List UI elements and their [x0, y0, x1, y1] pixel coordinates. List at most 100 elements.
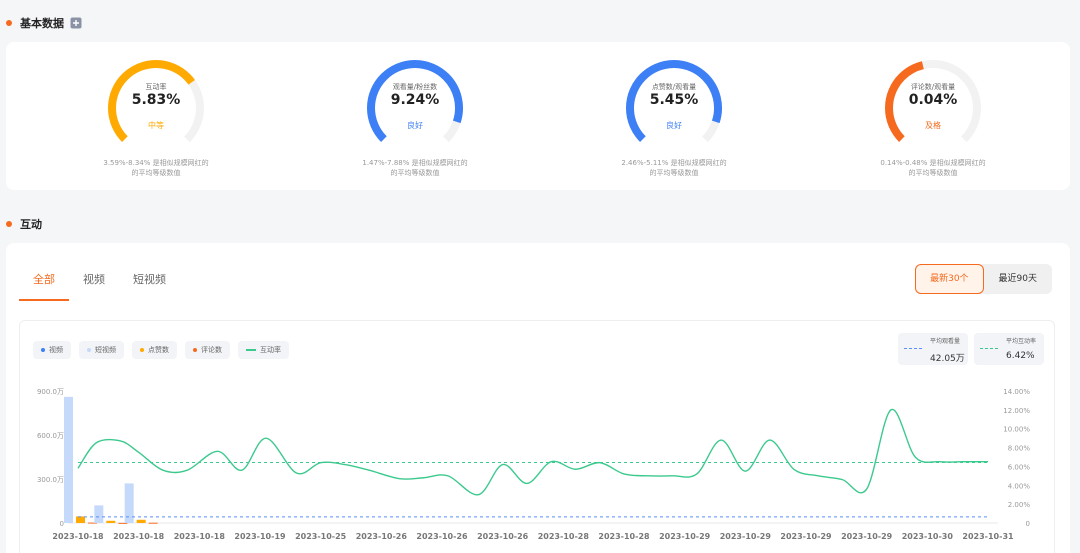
bar-likes	[136, 519, 146, 523]
metric-value: 5.45%	[649, 92, 699, 108]
gauge-text: 互动率 5.83% 中等	[104, 56, 208, 160]
legend-marker-icon	[246, 349, 256, 351]
gauge-text: 评论数/观看量 0.04% 及格	[881, 56, 985, 160]
x-tick-label: 2023-10-29	[780, 532, 832, 541]
metric-label: 互动率	[145, 83, 167, 91]
legend-label: 视频	[49, 346, 63, 354]
interaction-rate-line	[77, 409, 988, 496]
basic-data-header: 基本数据	[6, 15, 82, 31]
section-dot	[6, 221, 12, 227]
x-tick-label: 2023-10-29	[720, 532, 772, 541]
legend-item[interactable]: 互动率	[238, 341, 289, 359]
avg-views-value: 42.05万	[930, 354, 965, 364]
metric-2: 点赞数/观看量 5.45% 良好 2.46%-5.11% 是相似规模网红的 的平均等级数…	[574, 56, 814, 186]
metric-description-line: 的平均等级数值	[131, 169, 181, 177]
metric-label: 评论数/观看量	[910, 83, 956, 91]
gauge-text: 点赞数/观看量 5.45% 良好	[622, 56, 726, 160]
bar-likes	[76, 516, 85, 523]
x-tick-label: 2023-10-29	[659, 532, 711, 541]
interaction-card: 全部 视频 短视频 最新30个 最近90天 视频 短视频 点赞数 评论数 互动率 平均观…	[6, 243, 1070, 553]
tab-video[interactable]: 视频	[69, 263, 119, 301]
metric-3: 评论数/观看量 0.04% 及格 0.14%-0.48% 是相似规模网红的 的平均等级数…	[833, 56, 1073, 186]
gauge: 观看量/粉丝数 9.24% 良好	[363, 56, 467, 160]
metric-description: 3.59%-8.34% 是相似规模网红的 的平均等级数值	[56, 158, 256, 178]
recent-90-days-button[interactable]: 最近90天	[984, 264, 1052, 294]
legend-label: 短视频	[95, 346, 116, 354]
metric-grade: 良好	[666, 121, 682, 130]
x-tick-label: 2023-10-29	[841, 532, 893, 541]
interaction-title: 互动	[20, 218, 42, 231]
metric-description: 0.14%-0.48% 是相似规模网红的 的平均等级数值	[833, 158, 1033, 178]
metric-description-line: 0.14%-0.48% 是相似规模网红的	[880, 159, 986, 167]
y-left-tick-label: 300.0万	[37, 476, 64, 484]
legend-item[interactable]: 视频	[33, 341, 71, 359]
legend-marker-icon	[193, 348, 197, 352]
metric-description-line: 的平均等级数值	[908, 169, 958, 177]
basic-data-card: 互动率 5.83% 中等 3.59%-8.34% 是相似规模网红的 的平均等级数值 观看量…	[6, 42, 1070, 190]
x-tick-label: 2023-10-25	[295, 532, 347, 541]
metric-0: 互动率 5.83% 中等 3.59%-8.34% 是相似规模网红的 的平均等级数值	[56, 56, 296, 186]
avg-views-title: 平均观看量	[930, 338, 961, 345]
avg-rate-title: 平均互动率	[1006, 338, 1037, 345]
x-tick-label: 2023-10-30	[902, 532, 954, 541]
metric-grade: 及格	[925, 121, 941, 130]
metric-description-line: 的平均等级数值	[390, 169, 440, 177]
y-right-tick-label: 12.00%	[1003, 407, 1030, 415]
legend-label: 评论数	[201, 346, 222, 354]
gauge: 点赞数/观看量 5.45% 良好	[622, 56, 726, 160]
legend-label: 互动率	[260, 346, 281, 354]
metric-description-line: 3.59%-8.34% 是相似规模网红的	[103, 159, 209, 167]
x-tick-label: 2023-10-18	[113, 532, 165, 541]
add-icon[interactable]	[70, 17, 82, 29]
y-right-tick-label: 14.00%	[1003, 388, 1030, 396]
x-tick-label: 2023-10-28	[538, 532, 590, 541]
tab-short-video[interactable]: 短视频	[119, 263, 180, 301]
metric-label: 观看量/粉丝数	[392, 83, 438, 91]
x-tick-label: 2023-10-19	[234, 532, 286, 541]
metric-grade: 良好	[407, 121, 423, 130]
x-tick-label: 2023-10-18	[52, 532, 104, 541]
tab-all[interactable]: 全部	[19, 263, 69, 301]
avg-rate-value: 6.42%	[1006, 351, 1035, 361]
metric-description: 2.46%-5.11% 是相似规模网红的 的平均等级数值	[574, 158, 774, 178]
range-switch: 最新30个 最近90天	[915, 264, 1052, 294]
legend-item[interactable]: 点赞数	[132, 341, 177, 359]
metric-description: 1.47%-7.88% 是相似规模网红的 的平均等级数值	[315, 158, 515, 178]
bar-short-video	[64, 396, 73, 523]
y-right-tick-label: 2.00%	[1008, 501, 1031, 509]
metric-grade: 中等	[148, 121, 164, 130]
y-right-tick-label: 6.00%	[1008, 463, 1031, 471]
legend-marker-icon	[41, 348, 45, 352]
y-right-tick-label: 4.00%	[1008, 482, 1031, 490]
y-right-tick-label: 0	[1026, 520, 1030, 528]
x-tick-label: 2023-10-31	[962, 532, 1014, 541]
metric-value: 5.83%	[131, 92, 181, 108]
metric-description-line: 2.46%-5.11% 是相似规模网红的	[621, 159, 727, 167]
y-right-tick-label: 8.00%	[1008, 445, 1031, 453]
legend-marker-icon	[140, 348, 144, 352]
chart-plot: 0 300.0万 600.0万 900.0万 0 2.00% 4.00% 6.00% 8.00%…	[37, 388, 1031, 541]
metric-value: 9.24%	[390, 92, 440, 108]
content-type-tabs: 全部 视频 短视频	[19, 263, 180, 301]
bar-comments	[118, 522, 128, 524]
section-dot	[6, 20, 12, 26]
metric-description-line: 1.47%-7.88% 是相似规模网红的	[362, 159, 468, 167]
x-tick-label: 2023-10-26	[356, 532, 408, 541]
recent-30-button[interactable]: 最新30个	[915, 264, 984, 294]
y-left-tick-label: 600.0万	[37, 432, 64, 440]
metric-1: 观看量/粉丝数 9.24% 良好 1.47%-7.88% 是相似规模网红的 的平均等级数…	[315, 56, 555, 186]
avg-views-line-icon	[904, 348, 922, 349]
legend-marker-icon	[87, 348, 91, 352]
x-tick-label: 2023-10-18	[174, 532, 226, 541]
bar-comments	[148, 522, 158, 524]
interaction-chart: 视频 短视频 点赞数 评论数 互动率 平均观看量 42.05万 平均互动率 6.42% …	[19, 320, 1055, 553]
y-left-tick-label: 900.0万	[37, 388, 64, 396]
x-tick-label: 2023-10-26	[416, 532, 468, 541]
interaction-header: 互动	[6, 216, 42, 232]
legend-item[interactable]: 评论数	[185, 341, 230, 359]
avg-views-box: 平均观看量 42.05万	[898, 333, 968, 365]
y-left-tick-label: 0	[60, 520, 64, 528]
legend-item[interactable]: 短视频	[79, 341, 124, 359]
avg-rate-box: 平均互动率 6.42%	[974, 333, 1044, 365]
y-right-tick-label: 10.00%	[1003, 426, 1030, 434]
